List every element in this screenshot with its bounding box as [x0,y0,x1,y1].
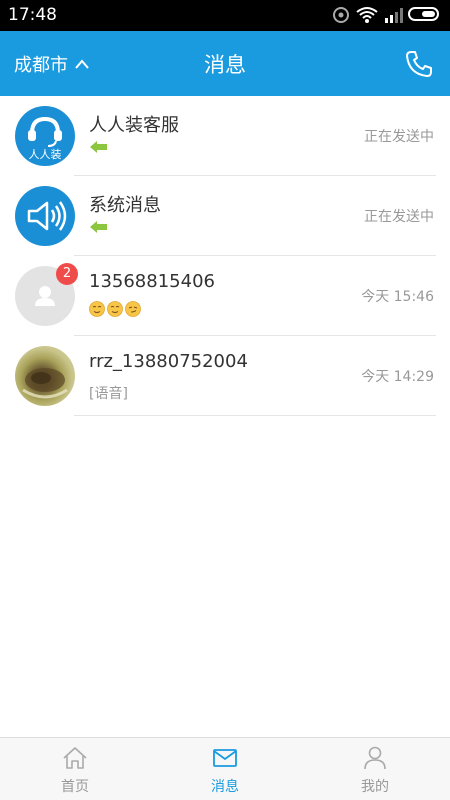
message-item-customer-service[interactable]: 人人装 人人装客服 正在发送中 [0,96,450,176]
avatar-photo [15,346,75,406]
nav-item-messages[interactable]: 消息 [150,738,300,800]
nav-item-profile[interactable]: 我的 [300,738,450,800]
message-list: 人人装 人人装客服 正在发送中 系统消息 正在发送中 2 13568815406… [0,96,450,416]
unread-badge: 2 [56,263,78,285]
avatar [15,186,75,246]
headset-icon: 人人装 [28,116,62,161]
message-name: 人人装客服 [89,115,179,136]
bottom-nav: 首页 消息 我的 [0,737,450,800]
message-time: 今天 14:29 [361,369,434,385]
wifi-icon [356,7,378,23]
person-icon [364,746,386,770]
nav-label: 首页 [61,779,89,795]
phone-icon[interactable] [404,49,434,79]
message-preview: [语音] [89,386,128,402]
home-icon [63,747,87,769]
status-bar: 17:48 [0,0,450,31]
emoji-faces [89,301,141,317]
message-name: 13568815406 [89,271,215,292]
emoji-smirk-icon [125,301,141,317]
message-item-contact[interactable]: 2 13568815406 今天 15:46 [0,256,450,336]
message-item-contact[interactable]: rrz_13880752004 [语音] 今天 14:29 [0,336,450,416]
app-header: 成都市 消息 [0,31,450,96]
message-status: 正在发送中 [364,209,434,225]
message-name: 系统消息 [89,195,161,216]
cell-signal-icon [385,8,403,23]
status-time: 17:48 [8,5,57,25]
battery-icon [408,7,439,21]
emoji-relieved-icon [89,301,105,317]
divider [74,415,436,416]
green-arrow-icon [90,141,107,153]
page-title: 消息 [204,53,246,77]
green-arrow-icon [90,221,107,233]
nav-label: 我的 [361,779,389,795]
avatar-text: 人人装 [29,148,62,161]
speaker-icon [27,201,67,231]
message-item-system[interactable]: 系统消息 正在发送中 [0,176,450,256]
message-time: 今天 15:46 [361,289,434,305]
food-photo-icon [22,368,68,399]
signal-circle-icon [333,7,349,23]
mail-icon [213,749,237,767]
emoji-relieved-icon [107,301,123,317]
nav-label: 消息 [211,779,239,795]
message-status: 正在发送中 [364,129,434,145]
nav-item-home[interactable]: 首页 [0,738,150,800]
message-name: rrz_13880752004 [89,351,248,372]
avatar: 人人装 [15,106,75,166]
